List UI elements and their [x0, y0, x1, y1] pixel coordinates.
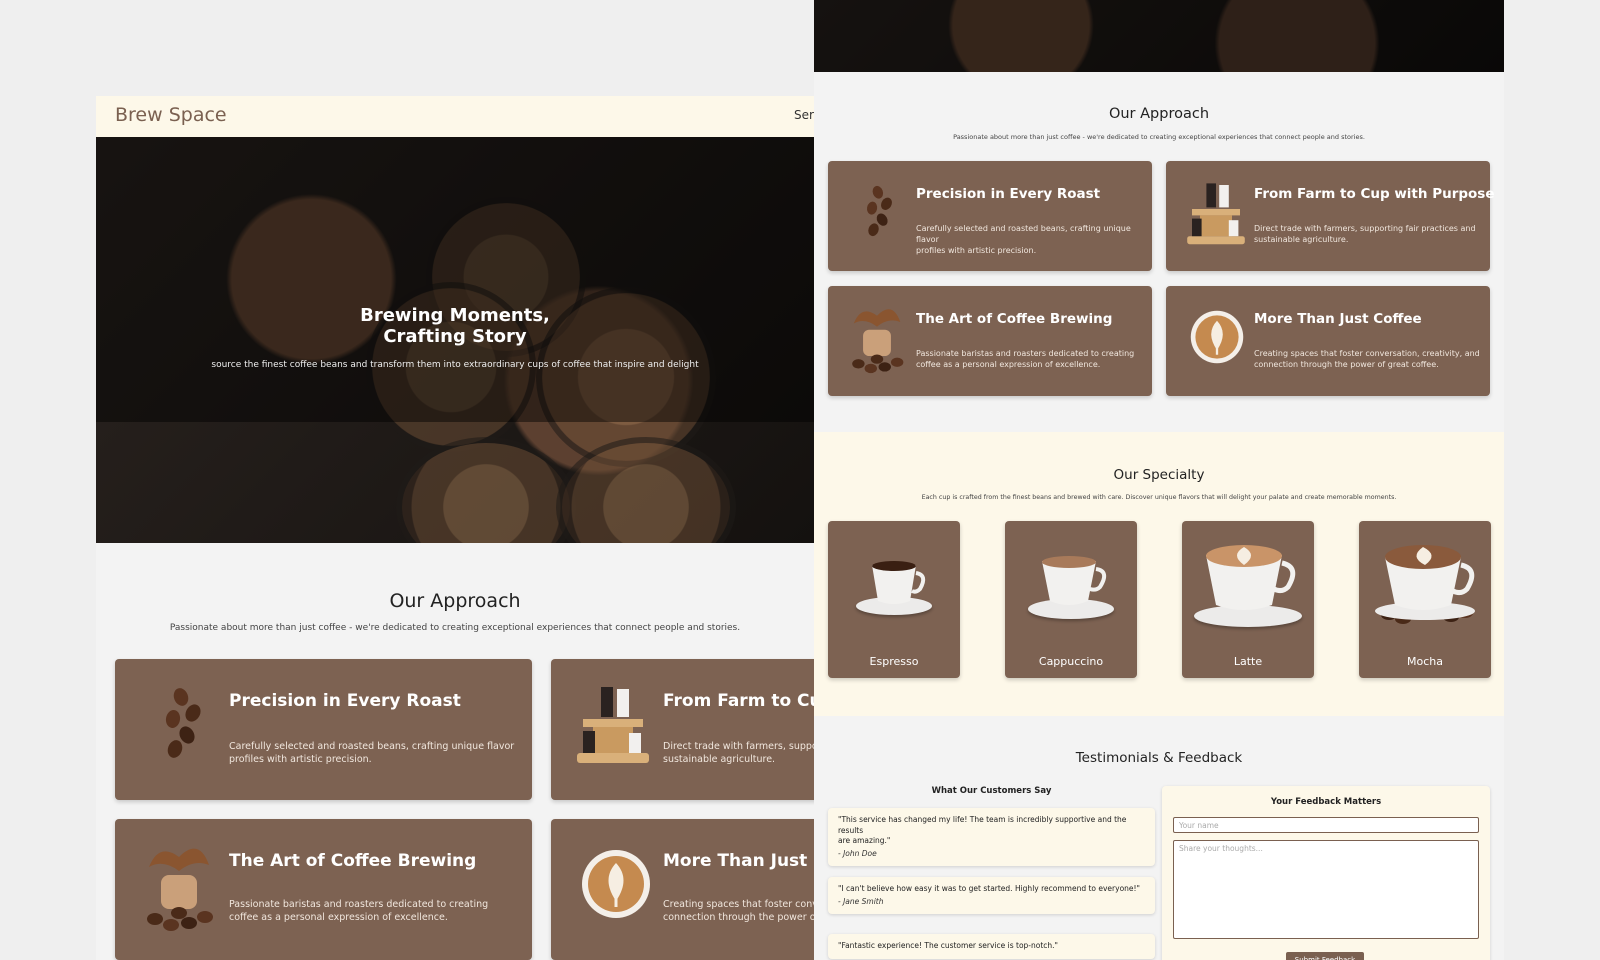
testimonial-card: "Fantastic experience! The customer serv…: [828, 934, 1155, 959]
navbar: Brew Space Serv: [96, 96, 814, 137]
approach-card-roast: Precision in Every Roast Carefully selec…: [115, 659, 532, 800]
approach-card-roast: Precision in Every Roast Carefully selec…: [828, 161, 1152, 271]
card-text: Creating spaces that foster conversation…: [1254, 349, 1480, 369]
card-text: Carefully selected and roasted beans, cr…: [229, 741, 515, 765]
approach-title: Our Approach: [389, 590, 521, 612]
coffee-beans-icon: [866, 185, 892, 237]
card-title: More Than Just C: [663, 851, 814, 871]
card-title: The Art of Coffee Brewing: [229, 851, 477, 871]
card-title: Precision in Every Roast: [916, 186, 1101, 202]
testimonial-author: - Jane Smith: [838, 896, 884, 906]
specialty-title: Our Specialty: [1113, 467, 1205, 483]
name-input[interactable]: [1173, 817, 1479, 833]
testimonial-quote: "Fantastic experience! The customer serv…: [838, 941, 1059, 950]
approach-card-brewing: The Art of Coffee Brewing Passionate bar…: [828, 286, 1152, 396]
submit-feedback-button[interactable]: Submit Feedback: [1286, 952, 1364, 960]
card-text: Passionate baristas and roasters dedicat…: [916, 349, 1135, 369]
approach-card-farm: From Farm to Cup Direct trade with farme…: [551, 659, 814, 800]
cappuccino-cup-icon: [1042, 556, 1107, 605]
card-text: Creating spaces that foster conv connecti…: [663, 899, 814, 923]
testimonial-quote: "This service has changed my life! The t…: [838, 815, 1127, 845]
feedback-textarea[interactable]: [1173, 840, 1479, 939]
latte-art-icon: [1190, 310, 1244, 364]
mocha-cup-icon: [1375, 545, 1475, 624]
card-title: The Art of Coffee Brewing: [916, 311, 1113, 327]
latte-art-icon: [582, 850, 650, 918]
coffee-splash-icon: [147, 848, 213, 931]
testimonial-author: - John Doe: [838, 848, 877, 858]
specialty-card-mocha[interactable]: Mocha: [1359, 521, 1491, 678]
card-text: Direct trade with farmers, suppo sustaina…: [663, 741, 814, 765]
approach-card-more: More Than Just Coffee Creating spaces th…: [1166, 286, 1490, 396]
hero-title: Brewing Moments, Crafting Story: [360, 305, 550, 347]
latte-cup-icon: [1206, 545, 1296, 610]
customers-say-title: What Our Customers Say: [931, 786, 1052, 796]
coffee-splash-icon: [852, 309, 904, 374]
approach-subtitle: Passionate about more than just coffee -…: [169, 623, 741, 633]
card-title: More Than Just Coffee: [1254, 311, 1422, 327]
specialty-name: Cappuccino: [1038, 655, 1104, 668]
approach-card-brewing: The Art of Coffee Brewing Passionate bar…: [115, 819, 532, 960]
brand-logo[interactable]: Brew Space: [115, 104, 227, 126]
approach-card-farm: From Farm to Cup with Purpose Direct tra…: [1166, 161, 1495, 271]
approach-card-more: More Than Just C Creating spaces that fo…: [551, 819, 814, 960]
right-page-preview: Our Approach Passionate about more than …: [814, 0, 1504, 960]
specialty-subtitle: Each cup is crafted from the finest bean…: [921, 494, 1397, 501]
nav-link-services[interactable]: Serv: [794, 108, 814, 122]
testimonial-card: "I can't believe how easy it was to get …: [828, 877, 1155, 914]
coffee-stand-icon: [577, 687, 649, 763]
espresso-cup-icon: [872, 561, 926, 604]
specialty-name: Espresso: [869, 655, 919, 668]
coffee-stand-icon: [1187, 183, 1245, 245]
testimonial-card: "This service has changed my life! The t…: [828, 808, 1155, 866]
hero-section: Brewing Moments, Crafting Story source t…: [96, 137, 814, 543]
testimonials-title: Testimonials & Feedback: [1075, 750, 1243, 766]
hero-subtitle: source the finest coffee beans and trans…: [211, 360, 699, 370]
card-title: Precision in Every Roast: [229, 691, 461, 711]
card-text: Direct trade with farmers, supporting fa…: [1254, 224, 1476, 244]
card-title: From Farm to Cup: [663, 691, 814, 711]
hero-background-image: [814, 0, 1504, 72]
specialty-card-latte[interactable]: Latte: [1182, 521, 1314, 678]
specialty-name: Latte: [1233, 655, 1263, 668]
left-page-preview: Brew Space Serv Brewing Moments, Craftin…: [96, 96, 814, 960]
specialty-name: Mocha: [1407, 655, 1443, 668]
card-title: From Farm to Cup with Purpose: [1254, 186, 1495, 202]
feedback-form: Your Feedback Matters Submit Feedback: [1162, 786, 1490, 960]
approach-title: Our Approach: [1108, 106, 1210, 122]
specialty-card-espresso[interactable]: Espresso: [828, 521, 960, 678]
testimonial-quote: "I can't believe how easy it was to get …: [838, 884, 1140, 893]
feedback-form-title: Your Feedback Matters: [1270, 797, 1382, 807]
specialty-card-cappuccino[interactable]: Cappuccino: [1005, 521, 1137, 678]
approach-subtitle: Passionate about more than just coffee -…: [953, 133, 1365, 141]
card-text: Passionate baristas and roasters dedicat…: [229, 899, 489, 923]
coffee-beans-icon: [165, 688, 201, 758]
card-text: Carefully selected and roasted beans, cr…: [916, 224, 1131, 255]
